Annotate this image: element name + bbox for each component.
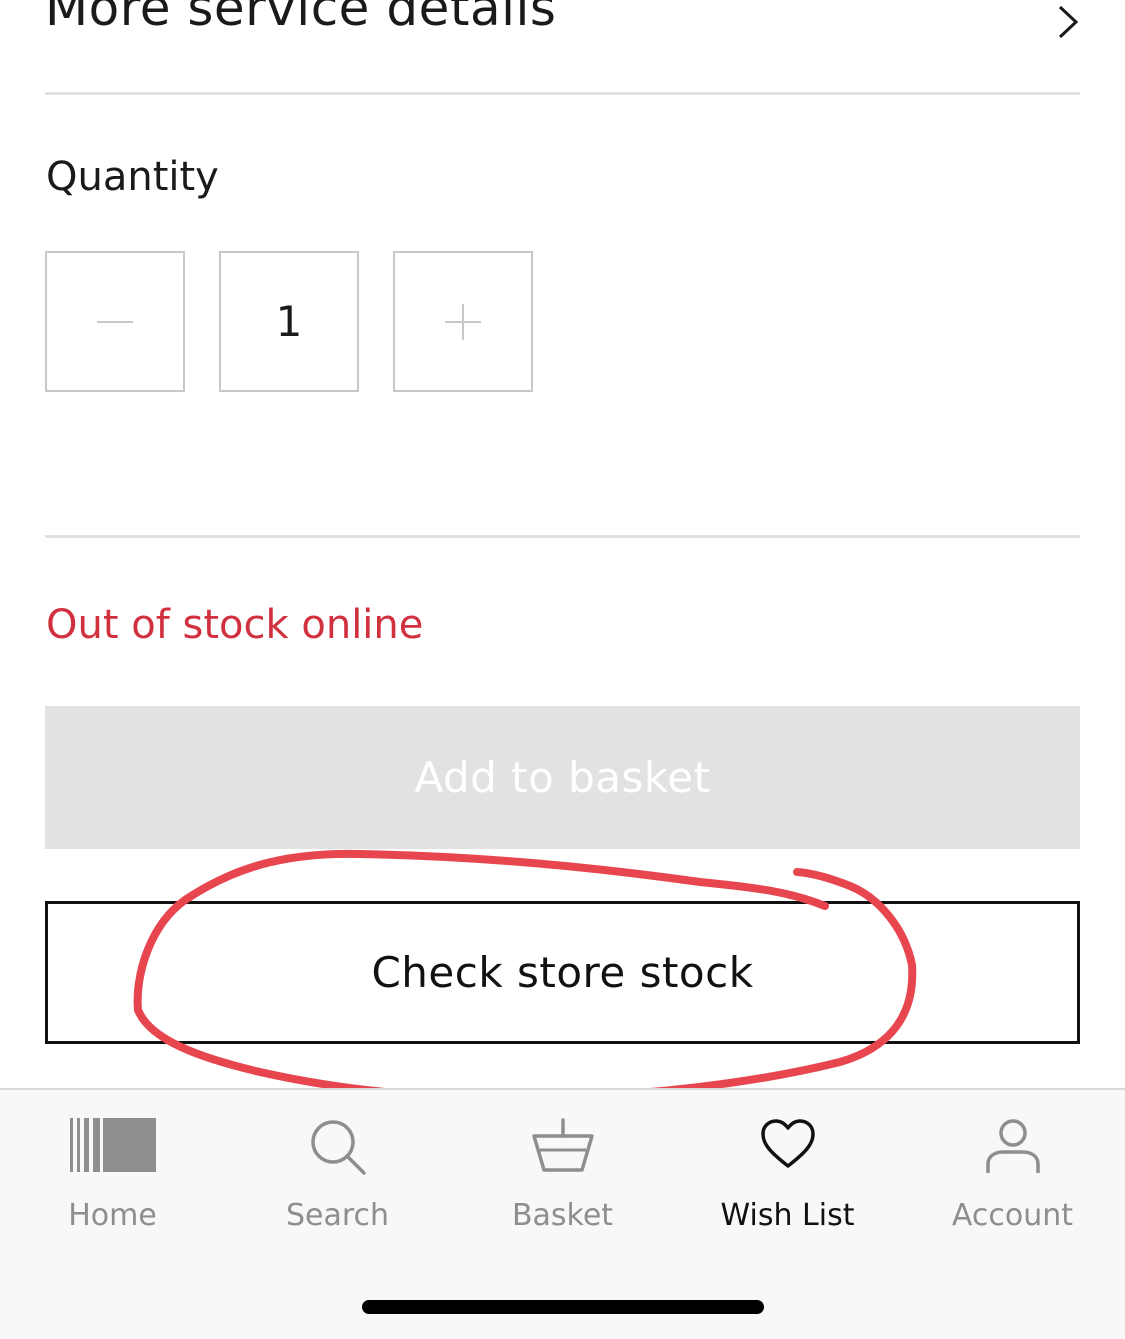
more-service-details-row[interactable]: More service details: [45, 0, 1080, 92]
tab-account-label: Account: [951, 1198, 1074, 1233]
quantity-increment-button[interactable]: [393, 251, 533, 392]
minus-icon: [97, 320, 133, 323]
tab-account[interactable]: Account: [900, 1090, 1125, 1260]
tab-search-label: Search: [285, 1198, 390, 1233]
check-store-stock-button[interactable]: Check store stock: [45, 901, 1080, 1044]
person-icon: [985, 1119, 1040, 1173]
quantity-label: Quantity: [46, 154, 219, 200]
tab-basket[interactable]: Basket: [450, 1090, 675, 1260]
quantity-decrement-button[interactable]: [45, 251, 185, 392]
home-indicator: [362, 1300, 764, 1314]
basket-icon: [531, 1118, 594, 1172]
service-details-title: More service details: [45, 0, 557, 37]
plus-icon: [445, 303, 481, 340]
chevron-right-icon: [1058, 5, 1079, 39]
tab-basket-label: Basket: [511, 1198, 614, 1233]
home-barcode-icon: [69, 1118, 156, 1172]
divider: [45, 535, 1080, 538]
divider: [45, 92, 1080, 95]
heart-icon: [760, 1119, 815, 1168]
add-to-basket-label: Add to basket: [414, 753, 711, 802]
stock-status-text: Out of stock online: [46, 602, 424, 648]
tab-home[interactable]: Home: [0, 1090, 225, 1260]
tab-home-label: Home: [68, 1198, 157, 1233]
add-to-basket-button[interactable]: Add to basket: [45, 706, 1080, 849]
quantity-field[interactable]: 1: [219, 251, 359, 392]
tab-wish-list[interactable]: Wish List: [675, 1090, 900, 1260]
tab-search[interactable]: Search: [225, 1090, 450, 1260]
check-store-stock-label: Check store stock: [371, 948, 754, 997]
quantity-value: 1: [275, 297, 303, 346]
tab-wish-list-label: Wish List: [720, 1198, 855, 1233]
search-icon: [310, 1120, 366, 1175]
